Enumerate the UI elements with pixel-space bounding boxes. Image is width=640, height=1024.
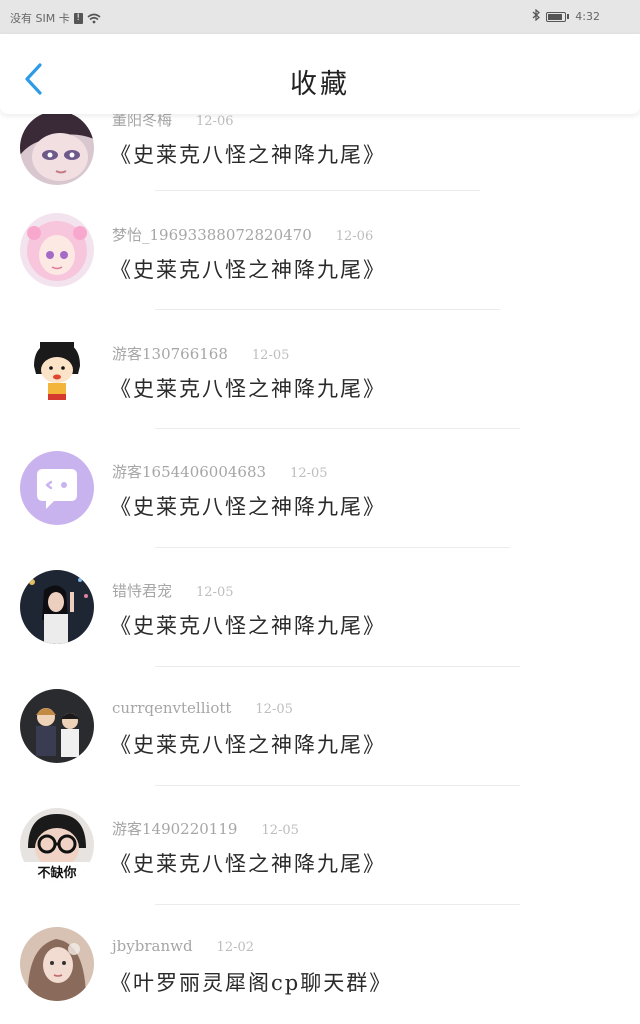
item-meta: currqenvtelliott 12-05 [112, 699, 293, 723]
user-avatar[interactable] [20, 570, 94, 644]
item-date: 12-05 [255, 702, 293, 717]
item-divider [155, 785, 520, 786]
item-title[interactable]: 《史莱克八怪之神降九尾》 [110, 254, 386, 284]
user-avatar[interactable] [20, 332, 94, 406]
user-avatar[interactable] [20, 689, 94, 763]
item-date: 12-05 [261, 823, 299, 838]
item-divider [155, 666, 520, 667]
username[interactable]: 错恃君宠 [112, 582, 172, 600]
user-avatar[interactable] [20, 927, 94, 1001]
item-title[interactable]: 《史莱克八怪之神降九尾》 [110, 729, 386, 759]
item-meta: 游客130766168 12-05 [112, 343, 289, 367]
username[interactable]: jbybranwd [112, 937, 193, 955]
item-date: 12-02 [216, 940, 255, 955]
item-divider [155, 190, 480, 191]
item-meta: jbybranwd 12-02 [112, 937, 254, 961]
item-date: 12-05 [196, 585, 234, 600]
username[interactable]: 游客1490220119 [112, 820, 237, 838]
item-title[interactable]: 《史莱克八怪之神降九尾》 [110, 848, 386, 878]
user-avatar[interactable] [20, 111, 94, 185]
user-avatar[interactable] [20, 451, 94, 525]
item-title[interactable]: 《史莱克八怪之神降九尾》 [110, 491, 386, 521]
favorites-list[interactable]: 董阳冬梅 12-06 《史莱克八怪之神降九尾》 梦怡_196933880728204… [0, 0, 640, 1024]
username[interactable]: currqenvtelliott [112, 699, 231, 717]
item-title[interactable]: 《史莱克八怪之神降九尾》 [110, 139, 386, 169]
user-avatar[interactable] [20, 213, 94, 287]
item-meta: 梦怡_19693388072820470 12-06 [112, 224, 373, 248]
item-date: 12-06 [335, 229, 374, 244]
item-meta: 游客1490220119 12-05 [112, 818, 299, 842]
item-date: 12-05 [290, 466, 328, 481]
svg-text:不缺你: 不缺你 [37, 865, 76, 881]
app-header: 收藏 [0, 34, 640, 114]
item-divider [155, 904, 520, 905]
item-title[interactable]: 《史莱克八怪之神降九尾》 [110, 373, 386, 403]
item-title[interactable]: 《叶罗丽灵犀阁cp聊天群》 [110, 967, 392, 997]
user-avatar[interactable]: 不缺你 [20, 808, 94, 882]
item-date: 12-05 [251, 348, 290, 363]
page-title: 收藏 [290, 69, 350, 100]
item-meta: 游客1654406004683 12-05 [112, 461, 328, 485]
item-date: 12-06 [196, 114, 234, 129]
item-meta: 错恃君宠 12-05 [112, 580, 234, 604]
item-divider [155, 547, 510, 548]
item-divider [155, 428, 520, 429]
username[interactable]: 游客130766168 [112, 345, 228, 363]
username[interactable]: 梦怡_19693388072820470 [112, 226, 312, 244]
item-divider [155, 309, 500, 310]
username[interactable]: 游客1654406004683 [112, 463, 266, 481]
item-title[interactable]: 《史莱克八怪之神降九尾》 [110, 610, 386, 640]
